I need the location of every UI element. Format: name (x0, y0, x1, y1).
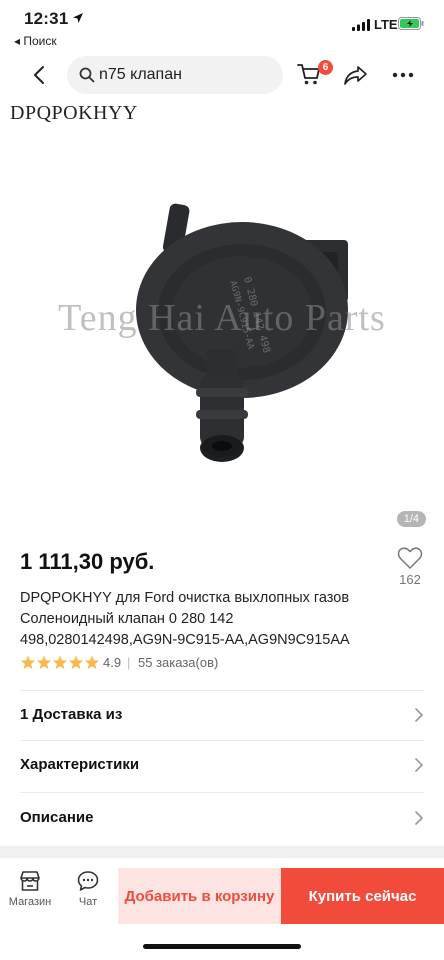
buy-now-button[interactable]: Купить сейчас (281, 868, 444, 924)
star-icon (68, 655, 84, 670)
brand-watermark: DPQPOKHYY (10, 102, 138, 124)
star-icon (84, 655, 100, 670)
orders-count: 55 заказа(ов) (138, 655, 219, 670)
star-icon (20, 655, 36, 670)
back-arrow-icon[interactable] (28, 63, 52, 87)
solenoid-valve-image: 0 280 142 498 AG9N-9C915-AA (136, 203, 348, 462)
add-to-cart-button[interactable]: Добавить в корзину (118, 868, 281, 924)
location-arrow-icon (73, 13, 83, 23)
search-icon (79, 67, 95, 83)
search-header: n75 клапан 6 (0, 52, 444, 98)
image-counter: 1/4 (396, 511, 426, 527)
store-tab[interactable]: Магазин (4, 870, 56, 908)
wishlist-count: 162 (399, 572, 421, 587)
section-spacer (0, 846, 444, 858)
star-icon (36, 655, 52, 670)
specifications-row[interactable]: Характеристики (0, 740, 444, 790)
description-label: Описание (20, 809, 94, 826)
cart-count-badge: 6 (318, 60, 333, 75)
product-title: DPQPOKHYY для Ford очистка выхлопных газ… (20, 590, 350, 648)
signal-icon (352, 19, 370, 31)
back-to-app-link[interactable]: ◂ Поиск (14, 34, 57, 48)
rating-value: 4.9 (103, 655, 122, 670)
search-input[interactable]: n75 клапан (67, 56, 283, 94)
description-row[interactable]: Описание (0, 793, 444, 843)
chat-tab[interactable]: Чат (62, 870, 114, 908)
chevron-right-icon (415, 758, 423, 772)
product-price: 1 111,30 руб. (20, 549, 155, 574)
chat-icon (77, 871, 99, 891)
more-options-icon[interactable] (392, 72, 414, 78)
rating-separator: | (127, 655, 131, 670)
status-time: 12:31 (24, 9, 69, 28)
store-icon (20, 871, 40, 891)
star-icon (52, 655, 68, 670)
search-query: n75 клапан (99, 66, 182, 83)
chevron-right-icon (415, 708, 423, 722)
chat-label: Чат (78, 896, 98, 908)
share-icon[interactable] (343, 64, 369, 86)
product-image-gallery[interactable]: DPQPOKHYY 0 280 142 498 AG9N-9C915-AA Te… (0, 100, 444, 538)
specifications-label: Характеристики (20, 756, 140, 773)
status-bar: 12:31 ◂ Поиск LTE (0, 0, 444, 52)
heart-icon[interactable] (397, 546, 423, 570)
shipping-label: 1 Доставка из (20, 706, 123, 723)
rating-stars-icon (20, 655, 100, 670)
shipping-row[interactable]: 1 Доставка из (0, 690, 444, 740)
network-label: LTE (374, 17, 398, 32)
site-watermark: Teng Hai Auto Parts (58, 297, 386, 339)
home-indicator (143, 944, 301, 949)
store-label: Магазин (8, 896, 52, 908)
chevron-right-icon (415, 811, 423, 825)
battery-icon (398, 17, 424, 30)
